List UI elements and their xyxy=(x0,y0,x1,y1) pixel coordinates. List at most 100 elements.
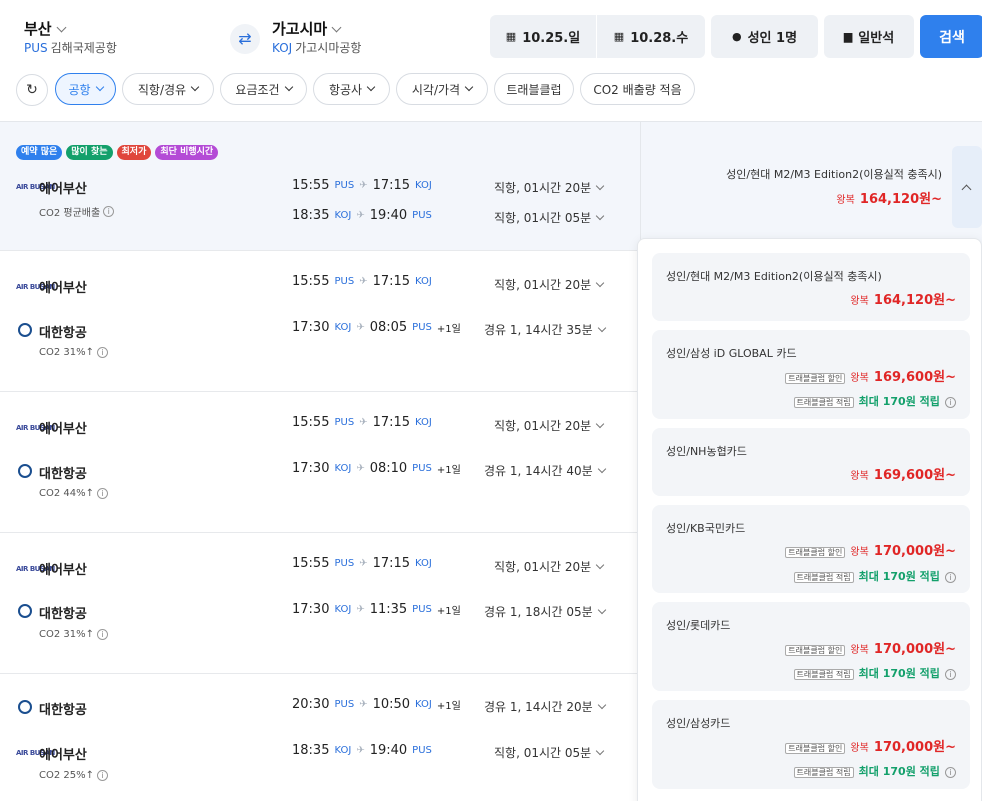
return-duration[interactable]: 경유 1, 14시간 35분 xyxy=(484,321,606,338)
co2-info: CO2 44%↑ i xyxy=(39,488,108,499)
reward-text: 최대 170원 적립 xyxy=(858,570,940,583)
outbound-duration[interactable]: 직항, 01시간 20분 xyxy=(494,417,605,434)
korean-air-logo xyxy=(18,700,32,714)
destination-selector[interactable]: 가고시마 KOJ 가고시마공항 xyxy=(272,18,361,56)
dep-time: 20:30 xyxy=(292,697,330,712)
plane-icon: ✈ xyxy=(359,180,368,191)
collapse-button[interactable] xyxy=(952,146,982,228)
return-duration[interactable]: 경유 1, 18시간 05분 xyxy=(484,603,606,620)
badge: 예약 많은 xyxy=(16,145,63,160)
info-icon[interactable]: i xyxy=(945,397,956,408)
dep-airport: KOJ xyxy=(334,463,352,474)
reward-line: 트래블클럽 적립 최대 170원 적립 i xyxy=(652,760,956,779)
info-icon[interactable]: i xyxy=(97,629,108,640)
fare-card[interactable] xyxy=(652,253,970,321)
filter-direct[interactable]: 직항/경유 xyxy=(122,73,214,105)
filter-airline[interactable]: 항공사 xyxy=(313,73,390,105)
result-row-selected[interactable] xyxy=(0,122,982,250)
filter-label: 요금조건 xyxy=(235,82,280,97)
result-row[interactable] xyxy=(0,674,640,801)
outbound-times: 15:55 PUS ✈ 17:15 KOJ xyxy=(292,178,432,193)
info-icon[interactable]: i xyxy=(103,206,115,217)
passenger-button[interactable]: ● 성인 1명 xyxy=(711,15,818,58)
round-trip-label: 왕복 xyxy=(836,195,855,206)
dep-time: 15:55 xyxy=(292,556,330,571)
return-duration[interactable]: 직항, 01시간 05분 xyxy=(494,209,605,226)
arr-time: 19:40 xyxy=(369,743,408,758)
flight-search-page: 부산 PUS 김해국제공항 ⇄ 가고시마 KOJ 가고시마공항 ▦ 10.25.일 ▦… xyxy=(0,0,982,801)
cabin-button[interactable]: ▆ 일반석 xyxy=(824,15,914,58)
chevron-down-icon xyxy=(595,278,605,287)
filter-co2[interactable]: CO2 배출량 적음 xyxy=(580,73,695,105)
price-text: 164,120원~ xyxy=(873,293,956,308)
info-icon[interactable]: i xyxy=(945,767,956,778)
origin-code: PUS xyxy=(24,41,48,55)
outbound-times: 15:55 PUS ✈ 17:15 KOJ xyxy=(292,415,432,430)
co2-text: CO2 31%↑ xyxy=(39,347,94,358)
filter-label: 시각/가격 xyxy=(411,82,461,97)
refresh-icon[interactable]: ↻ xyxy=(16,74,48,106)
dep-airport: KOJ xyxy=(334,210,352,221)
calendar-icon: ▦ xyxy=(505,30,517,43)
filter-travel-club[interactable]: 트래블클럽 xyxy=(494,73,574,105)
plane-icon: ✈ xyxy=(359,699,368,710)
round-trip-label: 왕복 xyxy=(850,296,869,307)
filter-airport[interactable]: 공항 xyxy=(55,73,116,105)
chevron-down-icon xyxy=(284,82,293,92)
filter-fare[interactable]: 요금조건 xyxy=(220,73,307,105)
arr-time: 17:15 xyxy=(372,415,411,430)
outbound-duration[interactable]: 경유 1, 14시간 20분 xyxy=(484,698,606,715)
fare-name: 성인/롯데카드 xyxy=(666,619,731,632)
plane-icon: ✈ xyxy=(356,322,365,333)
co2-text: CO2 44%↑ xyxy=(39,488,94,499)
info-icon[interactable]: i xyxy=(945,669,956,680)
duration-text: 경유 1, 14시간 35분 xyxy=(484,323,593,337)
badge: 많이 찾는 xyxy=(66,145,113,160)
fare-price: 트래블클럽 할인 왕복 169,600원~ xyxy=(652,366,956,385)
arr-time: 10:50 xyxy=(372,697,411,712)
co2-info: CO2 31%↑ i xyxy=(39,629,108,640)
info-icon[interactable]: i xyxy=(97,488,108,499)
outbound-duration[interactable]: 직항, 01시간 20분 xyxy=(494,179,605,196)
round-trip-label: 왕복 xyxy=(850,471,869,482)
return-duration[interactable]: 직항, 01시간 05분 xyxy=(494,744,605,761)
fare-price: 왕복 164,120원~ xyxy=(652,289,956,308)
dep-airport: KOJ xyxy=(334,745,352,756)
fare-card[interactable] xyxy=(652,428,970,496)
origin-selector[interactable]: 부산 PUS 김해국제공항 xyxy=(24,18,117,56)
return-date-button[interactable]: ▦ 10.28.수 xyxy=(597,15,705,58)
filter-time-price[interactable]: 시각/가격 xyxy=(396,73,488,105)
info-icon[interactable]: i xyxy=(97,770,108,781)
return-duration[interactable]: 경유 1, 14시간 40분 xyxy=(484,462,606,479)
departure-date-button[interactable]: ▦ 10.25.일 xyxy=(490,15,596,58)
filter-label: 트래블클럽 xyxy=(506,82,562,97)
dep-airport: PUS xyxy=(334,417,355,428)
arr-time: 17:15 xyxy=(372,556,411,571)
swap-icon[interactable]: ⇄ xyxy=(230,24,260,54)
airline-name: 에어부산 xyxy=(39,182,87,197)
info-icon[interactable]: i xyxy=(945,572,956,583)
origin-airport: 김해국제공항 xyxy=(50,41,117,55)
outbound-duration[interactable]: 직항, 01시간 20분 xyxy=(494,276,605,293)
arr-airport: KOJ xyxy=(415,180,432,191)
plane-icon: ✈ xyxy=(356,745,365,756)
chevron-down-icon xyxy=(597,605,606,614)
plane-icon: ✈ xyxy=(359,558,368,569)
chevron-down-icon xyxy=(464,82,474,92)
co2-text: CO2 평균배출 xyxy=(39,208,101,219)
next-day-label: +1일 xyxy=(436,465,461,476)
arr-time: 11:35 xyxy=(369,602,408,617)
dep-airport: KOJ xyxy=(334,322,352,333)
dep-airport: PUS xyxy=(334,276,355,287)
duration-text: 직항, 01시간 20분 xyxy=(494,181,592,195)
dep-airport: PUS xyxy=(334,558,355,569)
plane-icon: ✈ xyxy=(356,604,365,615)
info-icon[interactable]: i xyxy=(97,347,108,358)
duration-text: 경유 1, 14시간 20분 xyxy=(484,700,593,714)
search-button[interactable]: 검색 xyxy=(920,15,982,58)
outbound-duration[interactable]: 직항, 01시간 20분 xyxy=(494,558,605,575)
price-text: 170,000원~ xyxy=(873,544,956,559)
reward-text: 최대 170원 적립 xyxy=(858,395,940,408)
fare-name: 성인/NH농협카드 xyxy=(666,445,747,458)
round-trip-label: 왕복 xyxy=(850,547,869,558)
